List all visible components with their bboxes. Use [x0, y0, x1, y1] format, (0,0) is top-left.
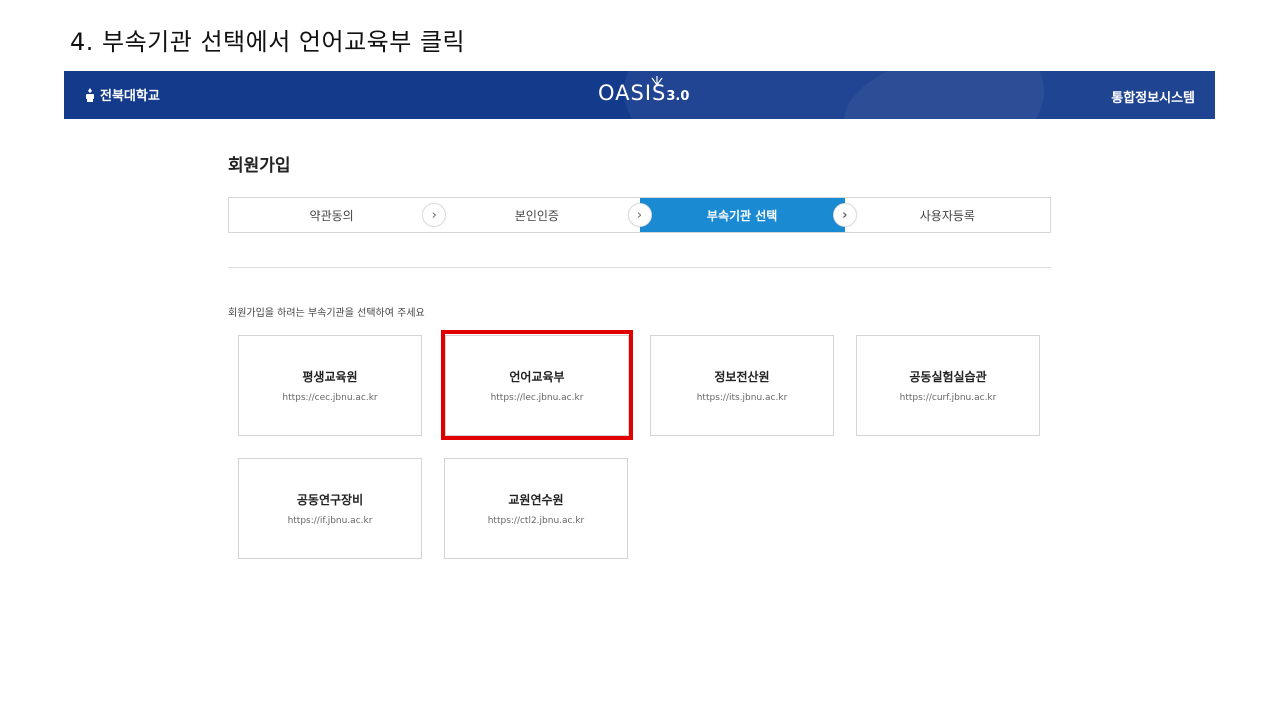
step-terms: 약관동의 › — [229, 198, 447, 232]
institution-url: https://its.jbnu.ac.kr — [696, 393, 788, 403]
institution-name: 정보전산원 — [714, 370, 770, 384]
institution-url: https://if.jbnu.ac.kr — [287, 516, 373, 526]
instruction-text: 회원가입을 하려는 부속기관을 선택하여 주세요 — [228, 308, 425, 319]
top-header: 전북대학교 OASIS3.0 통합정보시스템 — [64, 71, 1215, 119]
page-title: 회원가입 — [228, 156, 291, 176]
institution-name: 공동실험실습관 — [909, 370, 987, 384]
institution-card-information-center[interactable]: 정보전산원 https://its.jbnu.ac.kr — [650, 335, 834, 436]
oasis-logo-version: 3.0 — [666, 89, 690, 104]
institution-card-joint-lab[interactable]: 공동실험실습관 https://curf.jbnu.ac.kr — [856, 335, 1040, 436]
step-label: 부속기관 선택 — [706, 208, 778, 223]
institution-name: 공동연구장비 — [296, 493, 364, 507]
slide-title: 4. 부속기관 선택에서 언어교육부 클릭 — [70, 28, 466, 56]
institution-name: 평생교육원 — [302, 370, 358, 384]
oasis-spark-icon — [651, 76, 663, 85]
divider — [228, 267, 1051, 268]
institution-card-lifelong-education[interactable]: 평생교육원 https://cec.jbnu.ac.kr — [238, 335, 422, 436]
university-name: 전북대학교 — [100, 89, 160, 104]
chevron-right-icon: › — [832, 203, 857, 227]
step-institution-select: 부속기관 선택 › — [639, 198, 857, 232]
institution-url: https://ctl2.jbnu.ac.kr — [487, 516, 585, 526]
institution-url: https://cec.jbnu.ac.kr — [282, 393, 378, 403]
step-label: 본인인증 — [514, 208, 559, 223]
institution-card-language-education[interactable]: 언어교육부 https://lec.jbnu.ac.kr — [445, 335, 629, 436]
chevron-right-icon: › — [627, 203, 652, 227]
signup-steps: 약관동의 › 본인인증 › 부속기관 선택 › 사용자등록 — [228, 197, 1051, 233]
institution-url: https://lec.jbnu.ac.kr — [490, 393, 584, 403]
university-emblem-icon — [86, 87, 94, 102]
university-logo-link[interactable]: 전북대학교 — [84, 85, 160, 104]
step-user-registration: 사용자등록 — [845, 198, 1050, 232]
system-name: 통합정보시스템 — [1111, 91, 1195, 106]
institution-card-joint-research-equipment[interactable]: 공동연구장비 https://if.jbnu.ac.kr — [238, 458, 422, 559]
step-identity-verification: 본인인증 › — [434, 198, 652, 232]
institution-name: 언어교육부 — [509, 370, 565, 384]
institution-name: 교원연수원 — [508, 493, 564, 507]
institution-card-teacher-training[interactable]: 교원연수원 https://ctl2.jbnu.ac.kr — [444, 458, 628, 559]
step-label: 사용자등록 — [919, 208, 975, 223]
oasis-logo[interactable]: OASIS3.0 — [598, 76, 690, 105]
institution-url: https://curf.jbnu.ac.kr — [899, 393, 997, 403]
step-label: 약관동의 — [309, 208, 354, 223]
